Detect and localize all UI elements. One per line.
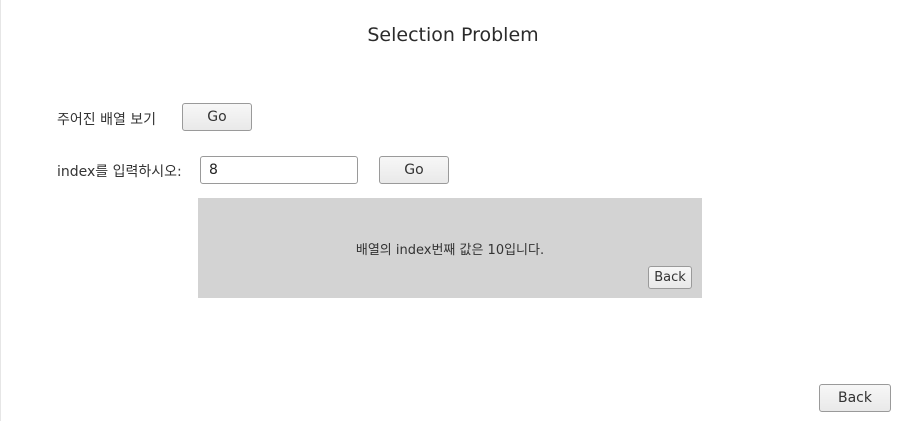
index-input[interactable] (200, 156, 358, 184)
page-title: Selection Problem (367, 24, 539, 46)
main-back-button[interactable]: Back (819, 384, 891, 412)
view-array-label: 주어진 배열 보기 (57, 112, 157, 128)
index-prompt-label: index를 입력하시오: (57, 164, 182, 180)
view-array-go-button[interactable]: Go (182, 103, 252, 131)
index-go-button[interactable]: Go (379, 156, 449, 184)
result-back-button[interactable]: Back (648, 266, 692, 289)
result-message: 배열의 index번째 값은 10입니다. (355, 243, 545, 258)
window-left-border (0, 0, 1, 421)
result-panel: 배열의 index번째 값은 10입니다. Back (198, 198, 702, 298)
